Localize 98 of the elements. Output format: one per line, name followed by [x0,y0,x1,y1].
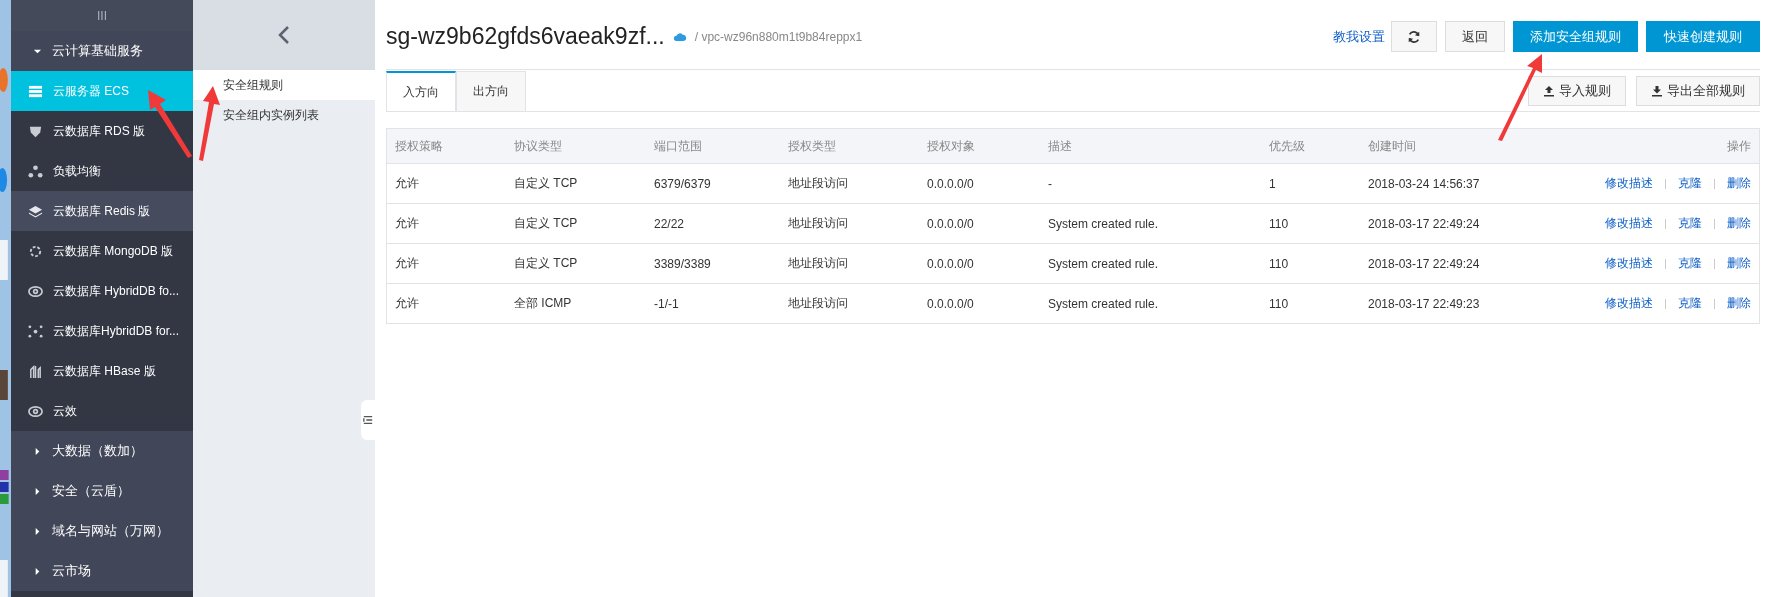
column-header: 优先级 [1261,128,1360,164]
action-link[interactable]: 修改描述 [1605,176,1653,190]
sidebar-item[interactable]: 云数据库 RDS 版 [11,111,193,151]
action-link[interactable]: 修改描述 [1605,296,1653,310]
service-icon [28,163,43,179]
action-link[interactable]: 克隆 [1678,256,1702,270]
sidebar-item[interactable]: 云数据库 MongoDB 版 [11,231,193,271]
action-link[interactable]: 删除 [1727,256,1751,270]
table-cell: 0.0.0.0/0 [919,203,1040,244]
action-link[interactable]: 克隆 [1678,296,1702,310]
column-header: 授权策略 [386,128,506,164]
action-link[interactable]: 修改描述 [1605,216,1653,230]
table-cell: 110 [1261,203,1360,244]
column-header: 端口范围 [646,128,780,164]
table-cell: - [1040,163,1261,204]
help-link[interactable]: 教我设置 [1333,27,1385,46]
caret-icon [33,566,42,576]
table-cell: 允许 [386,203,506,244]
table-cell: 0.0.0.0/0 [919,283,1040,324]
column-header: 操作 [1535,128,1760,164]
table-cell: 2018-03-24 14:56:37 [1360,163,1536,204]
subnav-item[interactable]: 安全组内实例列表 [193,100,375,130]
vpc-id: / vpc-wz96n880m1t9b84reppx1 [694,29,863,44]
service-icon [28,243,43,259]
table-cell: 110 [1261,243,1360,284]
service-icon [28,83,43,99]
table-cell: 地址段访问 [780,283,919,324]
table-cell: 2018-03-17 22:49:24 [1360,203,1536,244]
sidebar-item[interactable]: 云效 [11,391,193,431]
sidebar-item[interactable]: 负载均衡 [11,151,193,191]
table-cell: 22/22 [646,203,780,244]
list-icon [363,415,373,425]
table-cell: 0.0.0.0/0 [919,163,1040,204]
table-cell: 110 [1261,283,1360,324]
table-cell: 地址段访问 [780,163,919,204]
caret-icon [33,486,42,496]
sidebar-item[interactable]: 云数据库HybridDB for... [11,311,193,351]
table-cell: 6379/6379 [646,163,780,204]
table-cell: 自定义 TCP [506,163,646,204]
column-header: 授权对象 [919,128,1040,164]
action-link[interactable]: 删除 [1727,216,1751,230]
action-link[interactable]: 克隆 [1678,176,1702,190]
annotation-arrow [148,90,192,158]
upload-icon [1543,84,1555,97]
export-button[interactable]: 导出全部规则 [1636,75,1760,106]
table-cell: 3389/3389 [646,243,780,284]
sidebar-item[interactable]: 云数据库 Redis 版 [11,191,193,231]
table-cell: 地址段访问 [780,203,919,244]
action-link[interactable]: 删除 [1727,176,1751,190]
service-icon [28,203,43,219]
back-button[interactable]: 返回 [1445,21,1505,52]
panel-toggle[interactable] [361,400,375,440]
action-link[interactable]: 克隆 [1678,216,1702,230]
table-cell: System created rule. [1040,243,1261,284]
table-cell: 自定义 TCP [506,243,646,284]
sidebar-group[interactable]: 域名与网站（万网） [11,511,193,551]
service-icon [28,403,43,419]
back-chevron-icon[interactable] [278,25,290,45]
table-cell: System created rule. [1040,203,1261,244]
table-cell: 2018-03-17 22:49:23 [1360,283,1536,324]
cloud-icon [672,31,687,42]
column-header: 授权类型 [780,128,919,164]
collapse-handle[interactable]: III [97,8,107,23]
service-icon [28,283,43,299]
download-icon [1651,84,1663,97]
table-cell: 全部 ICMP [506,283,646,324]
tab[interactable]: 入方向 [386,71,456,111]
sidebar-item[interactable]: 云数据库 HybridDB fo... [11,271,193,311]
table-cell: 允许 [386,163,506,204]
column-header: 描述 [1040,128,1261,164]
table-cell: 自定义 TCP [506,203,646,244]
table-cell: 允许 [386,283,506,324]
table-cell: 地址段访问 [780,243,919,284]
sidebar-group[interactable]: 安全（云盾） [11,471,193,511]
column-header: 协议类型 [506,128,646,164]
import-button[interactable]: 导入规则 [1528,75,1626,106]
table-cell: 2018-03-17 22:49:24 [1360,243,1536,284]
refresh-icon [1407,29,1421,44]
table-cell: 1 [1261,163,1360,204]
tab[interactable]: 出方向 [456,71,526,111]
service-icon [28,363,43,379]
caret-icon [33,526,42,536]
refresh-button[interactable] [1391,21,1437,52]
sidebar-group[interactable]: 大数据（数加） [11,431,193,471]
page-title: sg-wz9b62gfds6vaeak9zf... [386,23,665,50]
table-cell: 0.0.0.0/0 [919,243,1040,284]
sidebar-group[interactable]: 云计算基础服务 [11,31,193,71]
sidebar-item[interactable]: 云数据库 HBase 版 [11,351,193,391]
column-header: 创建时间 [1360,128,1536,164]
caret-icon [33,446,42,456]
table-cell: 允许 [386,243,506,284]
service-icon [28,323,43,339]
table-cell: -1/-1 [646,283,780,324]
table-cell: System created rule. [1040,283,1261,324]
action-link[interactable]: 删除 [1727,296,1751,310]
action-link[interactable]: 修改描述 [1605,256,1653,270]
subnav-item[interactable]: 安全组规则 [193,70,375,100]
sidebar-group[interactable]: 云市场 [11,551,193,591]
